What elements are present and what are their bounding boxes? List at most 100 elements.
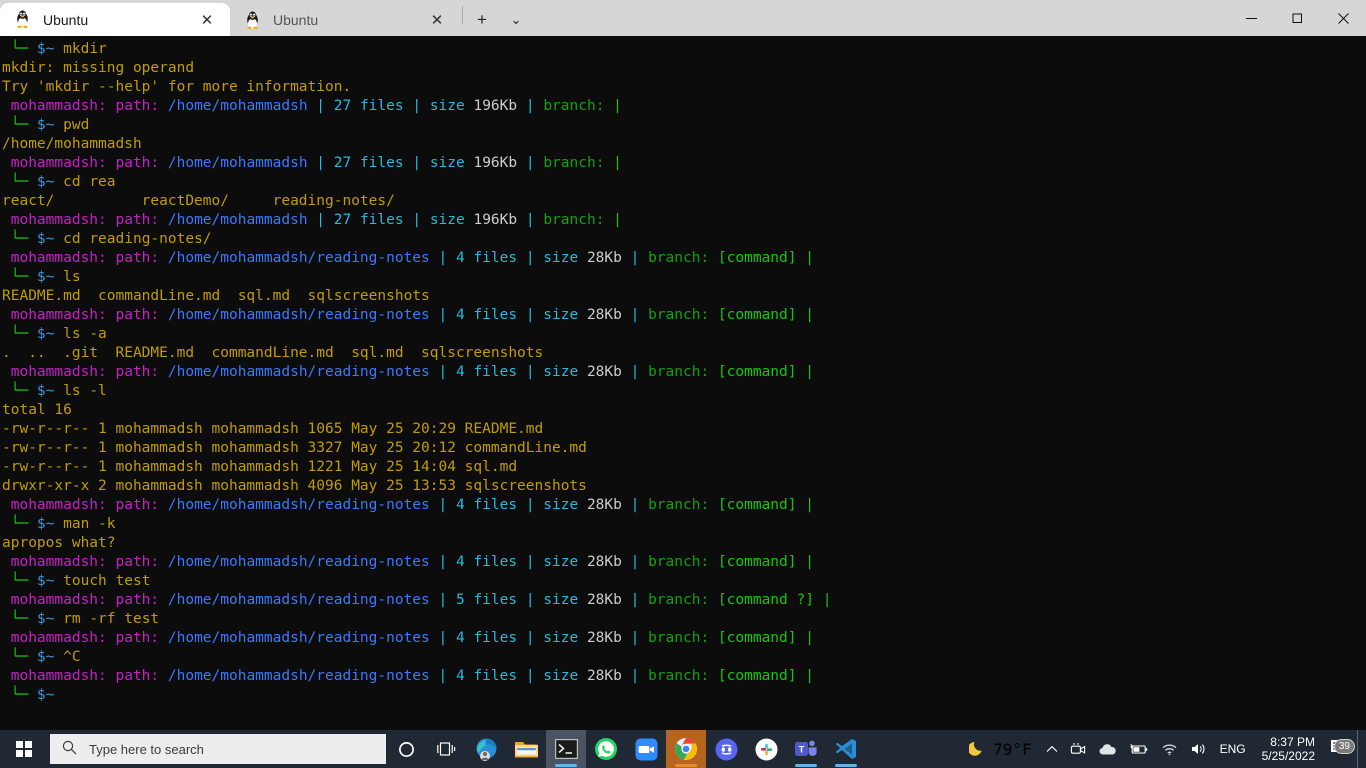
weather-temperature: 79°F xyxy=(993,739,1032,759)
wifi-icon[interactable] xyxy=(1155,730,1184,768)
terminal-command-text: ls -l xyxy=(63,383,107,399)
terminal-command-text: mkdir xyxy=(63,41,107,57)
tab-ubuntu-2[interactable]: Ubuntu ✕ xyxy=(230,4,460,36)
tab-close-icon[interactable]: ✕ xyxy=(424,7,450,33)
windows-logo-icon xyxy=(16,741,32,757)
terminal-command-line: └─ $~ touch test xyxy=(0,572,1366,591)
prompt-sigil: $~ xyxy=(36,174,64,190)
terminal-command-text: cd rea xyxy=(63,174,116,190)
terminal-command-text: ls xyxy=(63,269,81,285)
terminal-output-line: README.md commandLine.md sql.md sqlscree… xyxy=(2,288,430,304)
taskbar-icon-task-view[interactable] xyxy=(426,730,466,768)
prompt-sigil: $~ xyxy=(36,516,64,532)
prompt-sigil: $~ xyxy=(36,687,64,703)
terminal-prompt-status-line: mohammadsh: path: /home/mohammadsh/readi… xyxy=(2,592,832,608)
terminal-command-line: └─ $~ cd rea xyxy=(0,173,1366,192)
terminal-command-text: pwd xyxy=(63,117,90,133)
tab-strip: Ubuntu ✕ Ubuntu ✕ + ⌄ xyxy=(0,0,533,36)
prompt-tree-glyph: └─ xyxy=(2,117,37,133)
prompt-sigil: $~ xyxy=(36,383,64,399)
taskbar-icon-whatsapp[interactable] xyxy=(586,730,626,768)
taskbar-icon-edge[interactable] xyxy=(466,730,506,768)
tab-ubuntu-1[interactable]: Ubuntu ✕ xyxy=(0,3,230,36)
terminal-prompt-status-line: mohammadsh: path: /home/mohammadsh/readi… xyxy=(2,630,814,646)
terminal-command-line: └─ $~ ls -a xyxy=(0,325,1366,344)
taskbar-icon-teams[interactable]: T xyxy=(786,730,826,768)
notification-count-badge: 39 xyxy=(1333,739,1355,754)
terminal-prompt-status-line: mohammadsh: path: /home/mohammadsh/readi… xyxy=(2,668,814,684)
terminal-command-line: └─ $~ xyxy=(0,686,1366,705)
terminal-command-line: └─ $~ man -k xyxy=(0,515,1366,534)
tab-dropdown-button[interactable]: ⌄ xyxy=(499,4,533,36)
new-tab-button[interactable]: + xyxy=(465,4,499,36)
prompt-tree-glyph: └─ xyxy=(2,326,37,342)
taskbar-icon-zoom[interactable] xyxy=(626,730,666,768)
tray-expand-chevron-icon[interactable] xyxy=(1040,730,1064,768)
terminal-prompt-status-line: mohammadsh: path: /home/mohammadsh/readi… xyxy=(2,364,814,380)
tux-icon xyxy=(14,10,31,29)
terminal-output-line: -rw-r--r-- 1 mohammadsh mohammadsh 1221 … xyxy=(2,459,518,475)
taskbar-icon-terminal[interactable] xyxy=(546,730,586,768)
terminal-output-line: react/ reactDemo/ reading-notes/ xyxy=(2,193,395,209)
terminal-output-line: mkdir: missing operand xyxy=(2,60,195,76)
terminal-command-text: rm -rf test xyxy=(63,611,160,627)
running-indicator xyxy=(795,764,817,767)
terminal-prompt-status-line: mohammadsh: path: /home/mohammadsh | 27 … xyxy=(2,212,622,228)
prompt-tree-glyph: └─ xyxy=(2,611,37,627)
terminal-command-line: └─ $~ ^C xyxy=(0,648,1366,667)
prompt-sigil: $~ xyxy=(36,326,64,342)
terminal-command-line: └─ $~ ls -l xyxy=(0,382,1366,401)
prompt-tree-glyph: └─ xyxy=(2,41,37,57)
moon-icon xyxy=(967,739,986,760)
taskbar-icon-file-explorer[interactable] xyxy=(506,730,546,768)
terminal-output-line: -rw-r--r-- 1 mohammadsh mohammadsh 3327 … xyxy=(2,440,587,456)
terminal-command-line: └─ $~ rm -rf test xyxy=(0,610,1366,629)
terminal-prompt-status-line: mohammadsh: path: /home/mohammadsh/readi… xyxy=(2,307,814,323)
svg-text:T: T xyxy=(799,745,805,755)
prompt-sigil: $~ xyxy=(36,573,64,589)
weather-widget[interactable]: 79°F xyxy=(965,739,1040,760)
onedrive-cloud-icon[interactable] xyxy=(1092,730,1123,768)
camera-icon[interactable] xyxy=(1064,730,1092,768)
terminal-command-text: ls -a xyxy=(63,326,107,342)
prompt-sigil: $~ xyxy=(36,649,64,665)
terminal-command-line: └─ $~ ls xyxy=(0,268,1366,287)
terminal-output-line: Try 'mkdir --help' for more information. xyxy=(2,79,352,95)
tab-label: Ubuntu xyxy=(43,11,89,28)
terminal-command-text: man -k xyxy=(63,516,116,532)
prompt-tree-glyph: └─ xyxy=(2,687,37,703)
language-indicator[interactable]: ENG xyxy=(1214,730,1252,768)
volume-speaker-icon[interactable] xyxy=(1184,730,1214,768)
search-input[interactable]: Type here to search xyxy=(50,734,386,764)
search-icon xyxy=(62,740,77,759)
terminal-output-line: apropos what? xyxy=(2,535,116,551)
taskbar-icon-vscode[interactable] xyxy=(826,730,866,768)
prompt-tree-glyph: └─ xyxy=(2,649,37,665)
maximize-button[interactable] xyxy=(1274,0,1320,36)
clock[interactable]: 8:37 PM 5/25/2022 xyxy=(1252,730,1323,768)
battery-icon[interactable] xyxy=(1123,730,1155,768)
title-bar: Ubuntu ✕ Ubuntu ✕ + ⌄ xyxy=(0,0,1366,36)
prompt-sigil: $~ xyxy=(36,41,64,57)
terminal-command-text: touch test xyxy=(63,573,151,589)
taskbar-icon-chrome[interactable] xyxy=(666,730,706,768)
prompt-sigil: $~ xyxy=(36,269,64,285)
running-indicator xyxy=(555,764,577,767)
clock-date: 5/25/2022 xyxy=(1261,749,1315,763)
notification-center-button[interactable]: 39 xyxy=(1323,738,1357,760)
prompt-tree-glyph: └─ xyxy=(2,383,37,399)
taskbar-icon-discord[interactable] xyxy=(706,730,746,768)
taskbar-icon-slack[interactable] xyxy=(746,730,786,768)
prompt-tree-glyph: └─ xyxy=(2,174,37,190)
tab-close-icon[interactable]: ✕ xyxy=(194,7,220,33)
close-button[interactable] xyxy=(1320,0,1366,36)
minimize-button[interactable] xyxy=(1228,0,1274,36)
terminal-prompt-status-line: mohammadsh: path: /home/mohammadsh | 27 … xyxy=(2,98,622,114)
terminal-output[interactable]: └─ $~ mkdir mkdir: missing operand Try 'mk… xyxy=(0,36,1366,730)
start-button[interactable] xyxy=(0,730,48,768)
system-tray: 79°F ENG 8:37 PM 5/25/2022 39 xyxy=(965,730,1366,768)
terminal-command-text: ^C xyxy=(63,649,81,665)
taskbar-icon-cortana[interactable] xyxy=(386,730,426,768)
show-desktop-button[interactable] xyxy=(1357,730,1364,768)
tux-icon xyxy=(244,11,261,30)
